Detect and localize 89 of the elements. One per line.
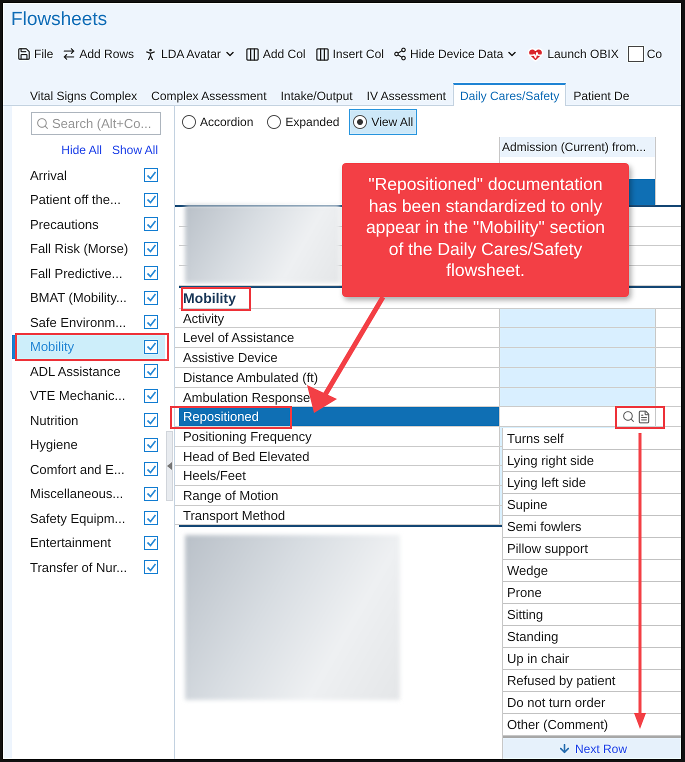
checkbox[interactable] — [144, 217, 158, 232]
tab[interactable]: Vital Signs Complex — [23, 83, 144, 106]
value-cell[interactable] — [499, 407, 656, 426]
value-cell[interactable] — [499, 308, 656, 328]
checkbox[interactable] — [144, 364, 158, 378]
checkbox[interactable] — [144, 266, 158, 280]
dropdown-option[interactable]: Up in chair — [503, 648, 681, 670]
dropdown-option[interactable]: Wedge — [503, 560, 681, 582]
toolbar-button[interactable]: Add Col — [244, 46, 306, 62]
checkbox[interactable] — [144, 486, 158, 501]
sidebar-item[interactable]: Nutrition — [12, 408, 165, 432]
value-cell[interactable] — [499, 388, 656, 406]
collapse-handle[interactable] — [166, 431, 173, 501]
sidebar-item[interactable]: Fall Risk (Morse) — [12, 236, 165, 261]
sidebar-item[interactable]: Miscellaneous... — [12, 482, 165, 506]
checkbox[interactable] — [144, 242, 158, 256]
toolbar-button[interactable]: Hide Device Data — [392, 47, 518, 61]
checkbox[interactable] — [144, 511, 158, 526]
sidebar-item[interactable]: Entertainment — [12, 530, 165, 555]
tab[interactable]: IV Assessment — [360, 83, 453, 106]
checkbox[interactable] — [628, 46, 644, 62]
checkbox[interactable] — [144, 315, 158, 330]
toolbar-button[interactable]: Launch OBIX — [527, 46, 619, 62]
heart-icon — [527, 46, 544, 62]
checkbox[interactable] — [144, 168, 158, 182]
sidebar-item[interactable]: ADL Assistance — [12, 359, 165, 384]
toolbar-button[interactable]: Add Rows — [62, 47, 134, 61]
value-cell[interactable] — [499, 368, 656, 386]
highlight-box — [615, 406, 665, 429]
link[interactable]: Show All — [112, 143, 158, 157]
arrow-down-icon — [558, 742, 571, 755]
dropdown-option[interactable]: Refused by patient — [503, 670, 681, 692]
checkbox-label[interactable]: Co — [646, 47, 662, 61]
sidebar-item[interactable]: Transfer of Nur... — [12, 555, 165, 580]
checkbox[interactable] — [144, 192, 158, 207]
next-row-button[interactable]: Next Row — [503, 736, 681, 759]
sidebar-item[interactable]: VTE Mechanic... — [12, 384, 165, 408]
dropdown-option[interactable]: Lying left side — [503, 472, 681, 494]
sidebar-item[interactable]: Safety Equipm... — [12, 506, 165, 530]
sidebar-item[interactable]: Hygiene — [12, 432, 165, 457]
checkbox[interactable] — [144, 462, 158, 476]
document-icon[interactable] — [637, 410, 651, 424]
dropdown-option[interactable]: Supine — [503, 494, 681, 516]
checkbox[interactable] — [144, 438, 158, 452]
toolbar-button[interactable]: LDA Avatar — [143, 46, 236, 62]
sidebar-item[interactable]: Safe Environm... — [12, 310, 165, 334]
highlight-box — [181, 287, 251, 311]
checkbox[interactable] — [144, 536, 158, 550]
rows-icon — [62, 47, 76, 61]
window-title: Flowsheets — [10, 8, 108, 32]
checkbox[interactable] — [144, 290, 158, 305]
checkbox[interactable] — [144, 388, 158, 403]
columns-icon — [244, 46, 260, 62]
checkbox[interactable] — [144, 340, 158, 354]
tab[interactable]: Intake/Output — [274, 83, 360, 106]
toolbar-button[interactable]: Insert Col — [314, 46, 384, 62]
sidebar-item[interactable]: Precautions — [12, 212, 165, 236]
radio-option[interactable]: Expanded — [263, 108, 344, 134]
columns-icon — [314, 46, 330, 62]
toolbar-button[interactable]: File — [17, 47, 54, 61]
dropdown-option[interactable]: Pillow support — [503, 538, 681, 560]
column-header: Admission (Current) from... — [500, 137, 655, 157]
dropdown-option[interactable]: Sitting — [503, 604, 681, 626]
sidebar-item[interactable]: Arrival — [12, 163, 165, 188]
sidebar-item[interactable]: Comfort and E... — [12, 457, 165, 482]
checkbox[interactable] — [144, 560, 158, 574]
radio-option[interactable]: View All — [349, 108, 418, 134]
tab[interactable]: Patient De — [566, 83, 636, 106]
dropdown-option[interactable]: Lying right side — [503, 450, 681, 472]
value-cell[interactable] — [499, 348, 656, 367]
sidebar-item[interactable]: Fall Predictive... — [12, 261, 165, 286]
link[interactable]: Hide All — [61, 143, 102, 157]
device-icon — [392, 47, 407, 61]
dropdown-option[interactable]: Standing — [503, 626, 681, 648]
dropdown-option[interactable]: Prone — [503, 582, 681, 604]
radio-option[interactable]: Accordion — [178, 108, 258, 134]
dropdown-option[interactable]: Turns self — [503, 428, 681, 450]
checkbox[interactable] — [144, 413, 158, 428]
save-icon — [17, 47, 31, 61]
dropdown-option[interactable]: Semi fowlers — [503, 516, 681, 538]
value-cell[interactable] — [499, 328, 656, 348]
callout-text: "Repositioned" documentation has been standardized to only appear in the "Mobility" section of the Daily Cares/Safety flowsheet. — [342, 163, 629, 297]
tab[interactable]: Daily Cares/Safety — [452, 83, 566, 106]
search-icon — [36, 117, 49, 130]
sidebar-item[interactable]: BMAT (Mobility... — [12, 286, 165, 310]
sidebar-item[interactable]: Patient off the... — [12, 188, 165, 212]
tab[interactable]: Complex Assessment — [144, 83, 274, 106]
row-label[interactable]: Repositioned — [179, 407, 499, 426]
search-icon[interactable] — [622, 410, 635, 424]
